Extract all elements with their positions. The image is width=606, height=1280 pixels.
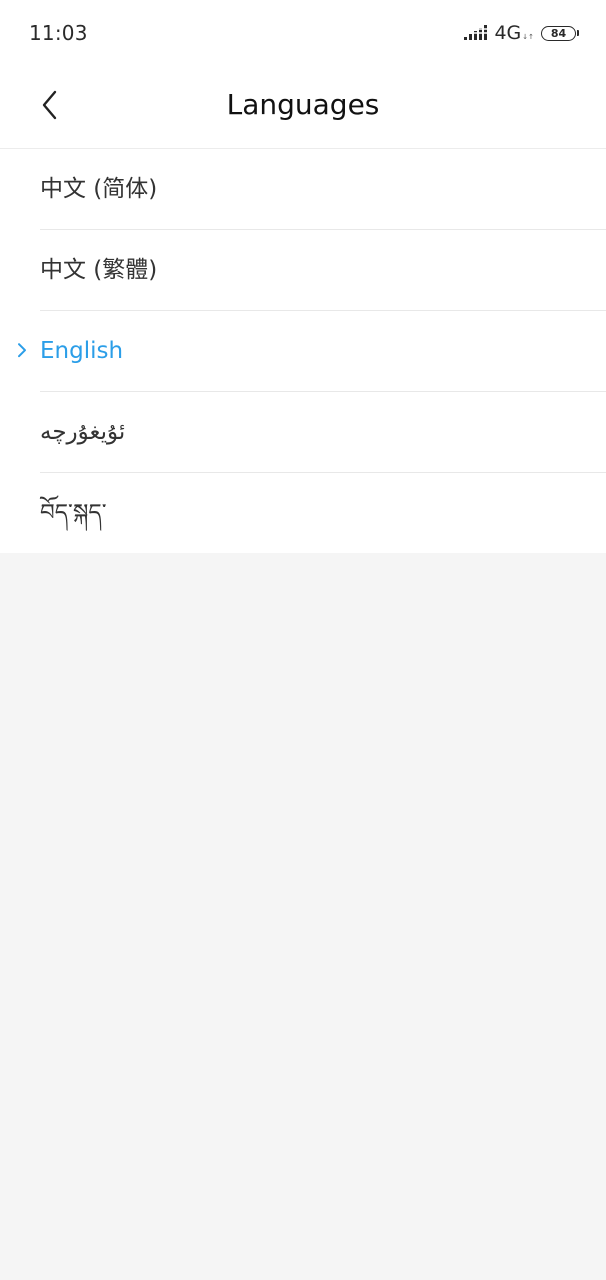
network-type-label: 4G <box>494 22 522 44</box>
battery-tip <box>577 30 579 36</box>
status-bar: 11:03 4G ↓↑ 84 <box>0 0 606 66</box>
language-option-zh-hans[interactable]: 中文 (简体) <box>0 149 606 229</box>
app-screen: 11:03 4G ↓↑ 84 Languages <box>0 0 606 149</box>
language-label: ئۇيغۇرچە <box>40 418 126 445</box>
language-list: 中文 (简体) 中文 (繁體) English ئۇيغۇرچە བོད་སྐད… <box>0 149 606 553</box>
status-icons: 4G ↓↑ 84 <box>464 22 579 44</box>
battery-icon: 84 <box>541 25 576 41</box>
language-option-tibetan[interactable]: བོད་སྐད་ <box>40 472 606 553</box>
language-label: 中文 (简体) <box>40 175 158 202</box>
nav-header: Languages <box>0 66 606 149</box>
language-label: 中文 (繁體) <box>40 256 158 283</box>
language-label: English <box>40 337 124 364</box>
status-time: 11:03 <box>29 21 88 45</box>
battery-level: 84 <box>550 26 567 40</box>
language-option-uyghur[interactable]: ئۇيغۇرچە <box>40 391 606 472</box>
signal-strength-icon <box>464 25 488 40</box>
language-label: བོད་སྐད་ <box>40 499 107 526</box>
language-option-zh-hant[interactable]: 中文 (繁體) <box>40 229 606 310</box>
selected-chevron-icon <box>18 343 26 358</box>
data-activity-icon: ↓↑ <box>522 33 534 41</box>
page-title: Languages <box>226 88 380 121</box>
language-option-english[interactable]: English <box>18 310 606 391</box>
